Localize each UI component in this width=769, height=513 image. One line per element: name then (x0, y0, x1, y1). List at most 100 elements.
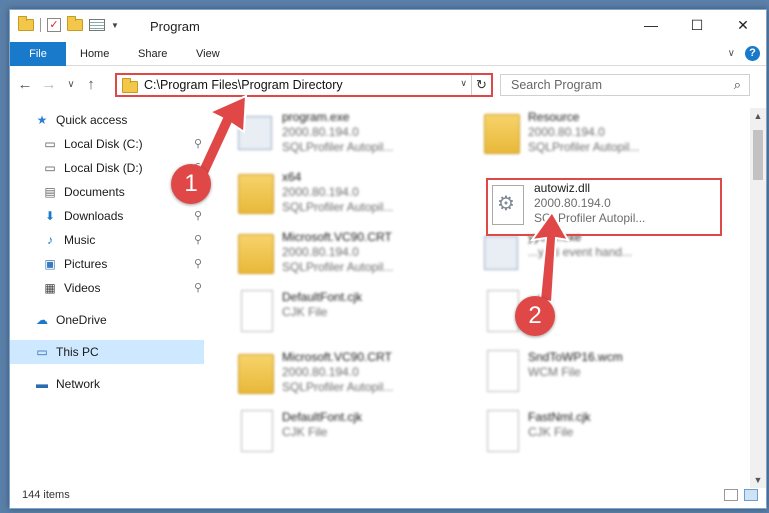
maximize-button[interactable]: ☐ (674, 10, 720, 40)
file-version: 2000.80.194.0 (282, 365, 359, 379)
up-arrow-icon[interactable]: ↑ (80, 74, 102, 96)
exe-icon (484, 236, 518, 270)
sidebar-item-label: Network (56, 377, 101, 391)
file-name: program.exe (282, 110, 350, 124)
new-folder-icon[interactable] (67, 16, 83, 31)
list-item[interactable]: SndToWP16.wcm WCM File (484, 350, 724, 408)
customize-icon[interactable] (89, 19, 105, 31)
address-path[interactable]: C:\Program Files\Program Directory (144, 78, 343, 92)
properties-check-icon[interactable]: ✓ (47, 18, 61, 32)
folder-icon (238, 174, 274, 214)
file-name: FastNml.cjk (528, 410, 591, 424)
step-1-badge: 1 (171, 164, 211, 204)
file-description: SQLProfiler Autopil... (282, 140, 394, 154)
file-explorer-window: ✓ ▼ Program — ☐ ✕ File Home Share View ∨… (9, 9, 767, 509)
folder-icon (238, 354, 274, 394)
scroll-up-icon[interactable]: ▲ (750, 108, 766, 124)
list-item[interactable]: x64 2000.80.194.0 SQLProfiler Autopil... (238, 170, 478, 228)
file-version: 2000.80.194.0 (534, 196, 611, 210)
sidebar-item-downloads[interactable]: ⬇ Downloads ⚲ (42, 204, 204, 228)
drive-icon: ▭ (44, 137, 56, 151)
status-bar: 144 items (10, 484, 766, 508)
folder-icon (18, 16, 34, 31)
help-icon[interactable]: ? (745, 46, 760, 61)
sidebar-item-onedrive[interactable]: ☁ OneDrive (34, 308, 204, 332)
video-icon: ▦ (44, 281, 56, 295)
pin-icon[interactable]: ⚲ (194, 204, 202, 228)
list-item-autowiz-dll[interactable]: ⚙ autowiz.dll 2000.80.194.0 SQLProfiler … (490, 181, 718, 233)
title-bar: ✓ ▼ Program — ☐ ✕ (10, 10, 766, 42)
file-description: ...y sti event hand... (528, 245, 633, 259)
file-name: x64 (282, 170, 302, 184)
pin-icon[interactable]: ⚲ (194, 252, 202, 276)
document-icon (487, 290, 519, 332)
recent-locations-icon[interactable]: ∨ (60, 74, 82, 96)
sidebar-item-local-disk-c[interactable]: ▭ Local Disk (C:) ⚲ (42, 132, 204, 156)
refresh-icon[interactable]: ↻ (471, 75, 491, 95)
pin-icon[interactable]: ⚲ (194, 276, 202, 300)
vertical-scrollbar[interactable]: ▲ ▼ (750, 108, 766, 488)
music-icon: ♪ (47, 233, 53, 247)
pin-icon[interactable]: ⚲ (194, 228, 202, 252)
close-button[interactable]: ✕ (720, 10, 766, 40)
sidebar-item-label: Videos (64, 281, 101, 295)
list-item[interactable]: DefaultFont.cjk CJK File (238, 290, 478, 348)
tab-file[interactable]: File (10, 42, 66, 66)
folder-icon (484, 114, 520, 154)
sidebar-item-videos[interactable]: ▦ Videos ⚲ (42, 276, 204, 300)
sidebar-item-music[interactable]: ♪ Music ⚲ (42, 228, 204, 252)
search-icon[interactable]: ⌕ (734, 77, 741, 93)
list-item[interactable]: Resource 2000.80.194.0 SQLProfiler Autop… (484, 110, 724, 168)
file-name: SndToWP16.wcm (528, 350, 623, 364)
pictures-icon: ▣ (44, 257, 56, 271)
minimize-button[interactable]: — (628, 10, 674, 40)
list-item[interactable]: Microsoft.VC90.CRT 2000.80.194.0 SQLProf… (238, 350, 478, 408)
ribbon-tabs: File Home Share View ∨ ? (10, 42, 766, 66)
back-arrow-icon[interactable]: ← (14, 74, 36, 96)
list-item[interactable]: yySTI.exe ...y sti event hand... (484, 230, 724, 288)
sidebar-item-label: Music (64, 233, 96, 247)
file-description: SQLProfiler Autopil... (282, 260, 394, 274)
file-name: autowiz.dll (534, 181, 591, 195)
list-item[interactable]: DefaultFont.cjk CJK File (238, 410, 478, 468)
file-name: Microsoft.VC90.CRT (282, 230, 392, 244)
list-item[interactable]: Microsoft.VC90.CRT 2000.80.194.0 SQLProf… (238, 230, 478, 288)
cloud-icon: ☁ (36, 313, 48, 327)
chevron-down-icon[interactable]: ∨ (728, 48, 735, 59)
file-description: SQLProfiler Autopil... (528, 140, 640, 154)
list-item[interactable]: program.exe 2000.80.194.0 SQLProfiler Au… (238, 110, 478, 168)
sidebar-item-label: Local Disk (D:) (64, 161, 143, 175)
tiles-view-icon[interactable] (744, 489, 758, 501)
sidebar-item-pictures[interactable]: ▣ Pictures ⚲ (42, 252, 204, 276)
file-name: Resource (528, 110, 580, 124)
tab-view[interactable]: View (196, 42, 220, 66)
sidebar-item-network[interactable]: ▬ Network (34, 372, 204, 396)
list-item[interactable]: FastNml.cjk CJK File (484, 410, 724, 468)
star-icon: ★ (36, 113, 48, 127)
forward-arrow-icon[interactable]: → (38, 74, 60, 96)
pin-icon[interactable]: ⚲ (194, 132, 202, 156)
document-icon (487, 410, 519, 452)
navigation-pane: ★ Quick access ▭ Local Disk (C:) ⚲ ▭ Loc… (10, 108, 204, 478)
file-list: program.exe 2000.80.194.0 SQLProfiler Au… (212, 108, 740, 480)
search-input[interactable]: Search Program ⌕ (500, 74, 750, 96)
tab-home[interactable]: Home (80, 42, 109, 66)
file-type: CJK File (282, 305, 328, 319)
sidebar-item-this-pc[interactable]: ▭ This PC (10, 340, 204, 364)
file-description: SQLProfiler Autopil... (282, 200, 394, 214)
file-name: Microsoft.VC90.CRT (282, 350, 392, 364)
sidebar-item-quick-access[interactable]: ★ Quick access (34, 108, 204, 132)
customize-dropdown-icon[interactable]: ▼ (111, 21, 119, 30)
document-icon (241, 410, 273, 452)
computer-icon: ▭ (36, 345, 48, 359)
document-icon (241, 290, 273, 332)
network-icon: ▬ (36, 377, 48, 391)
details-view-icon[interactable] (724, 489, 738, 501)
scroll-thumb[interactable] (753, 130, 763, 180)
address-bar[interactable]: C:\Program Files\Program Directory ∨ ↻ (115, 73, 493, 97)
gear-icon: ⚙ (497, 193, 515, 215)
file-version: 2000.80.194.0 (528, 125, 605, 139)
address-dropdown-icon[interactable]: ∨ (460, 78, 467, 89)
sidebar-item-label: Quick access (56, 113, 128, 127)
tab-share[interactable]: Share (138, 42, 167, 66)
